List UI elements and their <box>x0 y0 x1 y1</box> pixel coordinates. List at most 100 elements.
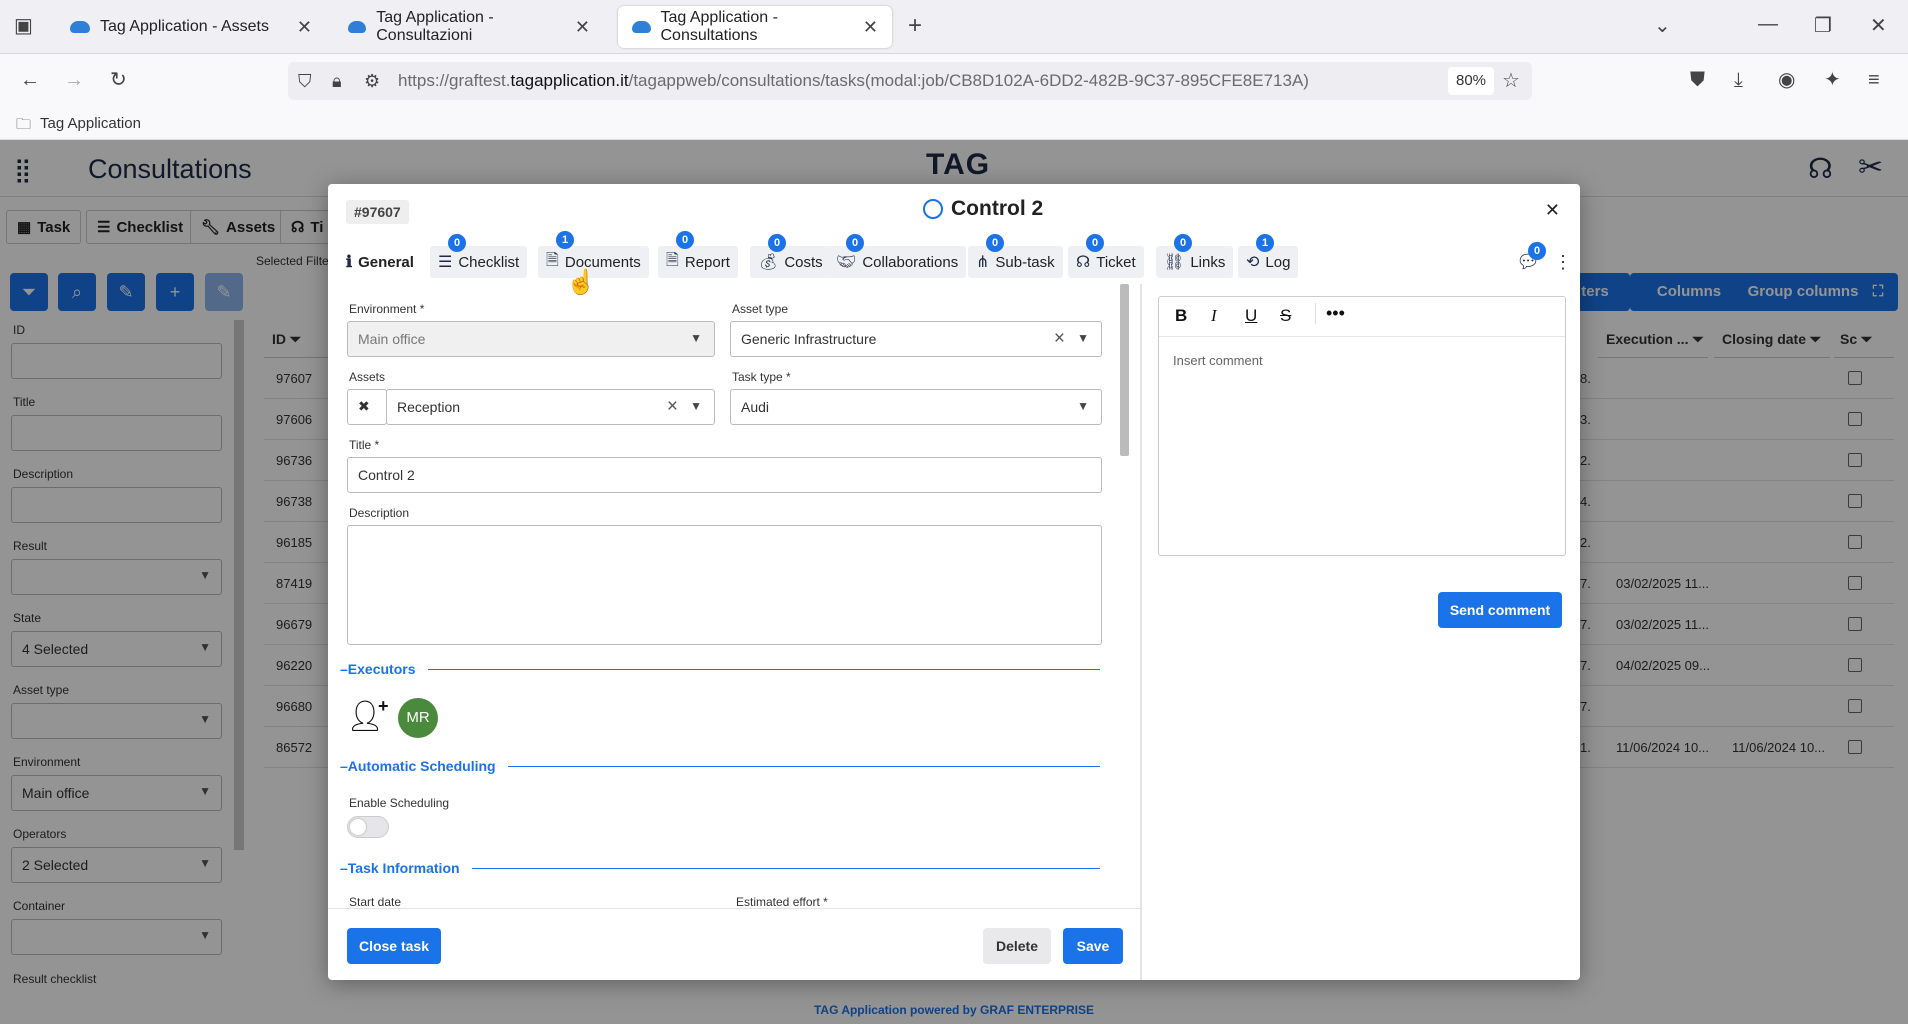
tab-sub-task[interactable]: ⋔ 0 Sub-task <box>968 234 1063 278</box>
tab-checklist[interactable]: ☰ Checklist <box>86 210 195 244</box>
row-checkbox[interactable] <box>1848 576 1862 590</box>
more-horizontal-icon[interactable]: ••• <box>1315 303 1345 324</box>
filter-input-container[interactable]: ▼ <box>11 919 222 955</box>
comments-toggle[interactable]: 💬︎ 0 <box>1516 242 1546 274</box>
filter-input-id[interactable] <box>11 343 222 379</box>
url-text[interactable]: https://graftest.tagapplication.it/tagap… <box>398 71 1309 91</box>
site-settings-icon[interactable]: ⚙ <box>364 71 380 91</box>
bookmark-star-icon[interactable]: ☆ <box>1502 71 1520 91</box>
tab-checklist[interactable]: ☰ 0 Checklist <box>430 234 528 278</box>
fullscreen-button[interactable]: ⛶ <box>1858 273 1898 311</box>
address-bar[interactable]: ⛉ 🔒︎ ⚙ https://graftest.tagapplication.i… <box>288 62 1532 100</box>
apps-grid-icon[interactable]: ⣿ <box>14 156 32 185</box>
underline-icon[interactable]: U <box>1245 306 1257 326</box>
row-checkbox[interactable] <box>1848 617 1862 631</box>
column-header-execution[interactable]: Execution ... ⏷ <box>1598 320 1708 358</box>
comment-input[interactable]: Insert comment <box>1173 353 1263 368</box>
filter-input-state[interactable]: 4 Selected ▼ <box>11 631 222 667</box>
row-checkbox[interactable] <box>1848 535 1862 549</box>
lock-icon[interactable]: 🔒︎ <box>332 71 342 91</box>
tab-costs[interactable]: 💰︎ 0 Costs <box>750 234 831 278</box>
pocket-icon[interactable]: ⛊ <box>1690 70 1705 90</box>
pane-divider[interactable] <box>1140 284 1142 980</box>
tab-tickets[interactable]: ☊ Ti <box>280 210 335 244</box>
column-header-closing-date[interactable]: Closing date ⏷ <box>1714 320 1830 358</box>
filter-input-result[interactable]: ▼ <box>11 559 222 595</box>
tab-general[interactable]: ℹ General <box>338 246 422 278</box>
italic-icon[interactable]: I <box>1211 306 1217 326</box>
row-checkbox[interactable] <box>1848 699 1862 713</box>
account-icon[interactable]: ◉ <box>1778 70 1795 90</box>
filter-input-operators[interactable]: 2 Selected ▼ <box>11 847 222 883</box>
edit-button[interactable]: ✎ <box>205 273 243 311</box>
avatar[interactable]: MR <box>398 698 438 738</box>
row-checkbox[interactable] <box>1848 371 1862 385</box>
tab-links[interactable]: ⛓ 0 Links <box>1156 234 1234 278</box>
assets-select[interactable]: Reception × ▼ <box>386 389 715 425</box>
row-checkbox[interactable] <box>1848 494 1862 508</box>
column-header-id[interactable]: ID ⏷ <box>264 320 334 358</box>
close-icon[interactable]: ✕ <box>863 17 878 38</box>
filter-input-environment[interactable]: Main office ▼ <box>11 775 222 811</box>
tab-report[interactable]: 🗎︎ 0 Report <box>658 230 738 278</box>
row-checkbox[interactable] <box>1848 740 1862 754</box>
close-icon[interactable]: ✕ <box>1545 200 1560 221</box>
strikethrough-icon[interactable]: S <box>1280 306 1291 326</box>
extensions-icon[interactable]: ✦ <box>1824 70 1841 90</box>
filter-icon[interactable]: ⏷ <box>1861 331 1872 347</box>
close-icon[interactable]: ✕ <box>575 17 590 38</box>
filter-panel-scrollbar[interactable] <box>234 320 244 850</box>
close-icon[interactable]: ✕ <box>297 17 312 38</box>
tab-task[interactable]: ▦ Task <box>6 210 82 244</box>
search-button[interactable]: ⌕ <box>58 273 96 311</box>
column-header-scheduled[interactable]: Sc ⏷ <box>1834 320 1894 358</box>
forward-icon[interactable]: → <box>64 70 84 90</box>
environment-select[interactable]: Main office ▼ <box>347 321 715 357</box>
clear-icon[interactable]: × <box>1054 328 1065 350</box>
menu-icon[interactable]: ≡ <box>1868 70 1880 90</box>
clear-icon[interactable]: × <box>667 396 678 418</box>
minimize-icon[interactable]: — <box>1758 14 1778 34</box>
close-task-button[interactable]: Close task <box>347 928 441 964</box>
task-type-input[interactable]: Audi ▼ <box>730 389 1102 425</box>
clear-filters-button[interactable]: ✎ <box>107 273 145 311</box>
asset-type-select[interactable]: Generic Infrastructure × ▼ <box>730 321 1102 357</box>
browser-tab-assets[interactable]: Tag Application - Assets ✕ <box>56 6 326 48</box>
scheduling-toggle[interactable] <box>347 816 389 838</box>
add-button[interactable]: + <box>156 273 194 311</box>
filter-input-asset-type[interactable]: ▼ <box>11 703 222 739</box>
download-icon[interactable]: ⤓ <box>1734 70 1743 90</box>
zoom-level[interactable]: 80% <box>1448 67 1495 95</box>
form-scrollbar[interactable] <box>1120 284 1129 456</box>
row-checkbox[interactable] <box>1848 412 1862 426</box>
more-vertical-icon[interactable]: ⋮ <box>1554 252 1572 273</box>
window-close-icon[interactable]: ✕ <box>1870 16 1887 36</box>
bold-icon[interactable]: B <box>1175 306 1187 326</box>
filter-icon[interactable]: ⏷ <box>1692 331 1703 347</box>
send-comment-button[interactable]: Send comment <box>1438 592 1562 628</box>
row-checkbox[interactable] <box>1848 658 1862 672</box>
filter-input-description[interactable] <box>11 487 222 523</box>
tab-list-chevron-icon[interactable]: ⌄ <box>1654 16 1671 36</box>
tab-history-icon[interactable]: ▣ <box>14 16 33 36</box>
tab-assets[interactable]: 🔧︎ Assets <box>190 210 287 244</box>
reload-icon[interactable]: ↻ <box>110 70 127 90</box>
back-icon[interactable]: ← <box>20 70 40 90</box>
filter-icon[interactable]: ⏷ <box>290 331 301 347</box>
browser-tab-consultations[interactable]: Tag Application - Consultations ✕ <box>618 6 892 48</box>
settings-tools-icon[interactable]: ✂ <box>1858 150 1883 185</box>
filter-input-title[interactable] <box>11 415 222 451</box>
description-textarea[interactable] <box>347 525 1102 645</box>
tab-log[interactable]: ⟲ 1 Log <box>1238 234 1299 278</box>
tab-collaborations[interactable]: 🤝︎ 0 Collaborations <box>828 234 967 278</box>
assets-tools-button[interactable]: ✖ <box>347 389 387 425</box>
shield-icon[interactable]: ⛉ <box>298 71 312 91</box>
support-headset-icon[interactable]: ☊ <box>1808 152 1833 185</box>
browser-tab-consultazioni[interactable]: Tag Application - Consultazioni ✕ <box>334 6 604 48</box>
new-tab-icon[interactable]: + <box>908 14 922 38</box>
save-button[interactable]: Save <box>1063 928 1123 964</box>
filter-icon[interactable]: ⏷ <box>1810 331 1821 347</box>
title-input[interactable]: Control 2 <box>347 457 1102 493</box>
delete-button[interactable]: Delete <box>983 928 1051 964</box>
tab-ticket[interactable]: ☊ 0 Ticket <box>1068 234 1144 278</box>
